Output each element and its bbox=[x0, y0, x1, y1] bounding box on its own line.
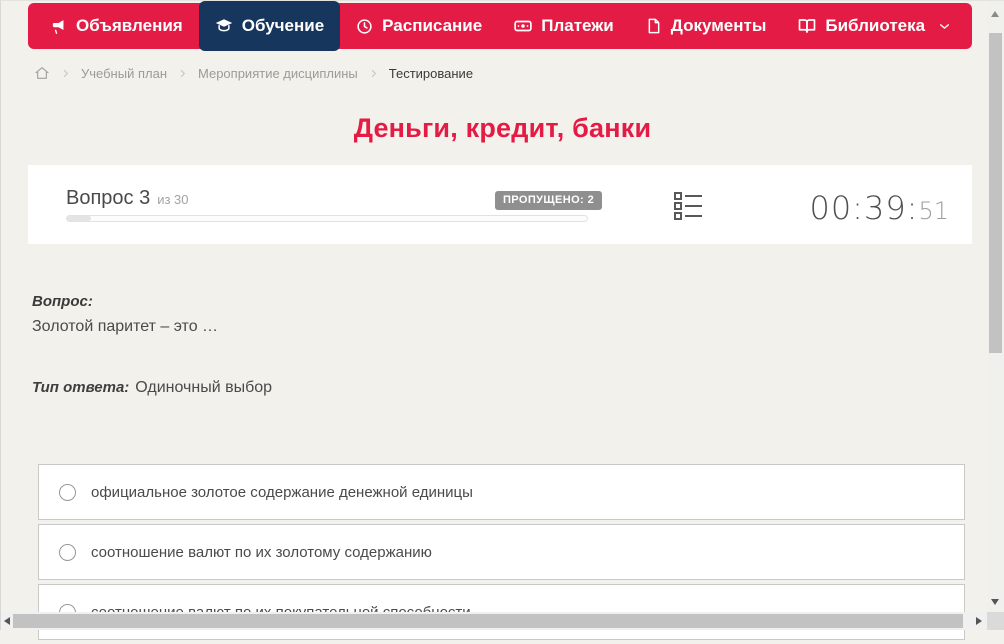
nav-item-schedule[interactable]: Расписание bbox=[340, 3, 498, 49]
vertical-scrollbar[interactable] bbox=[987, 1, 1004, 613]
nav-item-label: Документы bbox=[670, 16, 767, 35]
answer-option-label: официальное золотое содержание денежной … bbox=[91, 483, 473, 501]
answer-type-row: Тип ответа: Одиночный выбор bbox=[32, 379, 272, 397]
nav-item-label: Библиотека bbox=[825, 16, 926, 35]
question-progressbar bbox=[66, 215, 588, 222]
radio-button[interactable] bbox=[59, 543, 76, 561]
nav-item-label: Платежи bbox=[541, 16, 614, 35]
timer-hours-minutes: 00:39: bbox=[809, 189, 919, 227]
vertical-scrollbar-thumb[interactable] bbox=[989, 33, 1002, 353]
breadcrumb-item-discipline-event[interactable]: Мероприятие дисциплины bbox=[198, 66, 358, 81]
chevron-right-icon bbox=[60, 68, 71, 79]
breadcrumb: Учебный план Мероприятие дисциплины Тест… bbox=[34, 63, 473, 83]
home-icon bbox=[34, 65, 50, 81]
scroll-up-button[interactable] bbox=[991, 11, 999, 17]
nav-item-library[interactable]: Библиотека bbox=[782, 3, 967, 49]
skipped-badge: ПРОПУЩЕНО: 2 bbox=[495, 191, 603, 210]
horizontal-scrollbar-thumb[interactable] bbox=[13, 614, 963, 628]
nav-item-documents[interactable]: Документы bbox=[630, 3, 783, 49]
question-label: Вопрос: bbox=[32, 293, 93, 310]
horizontal-scrollbar[interactable] bbox=[1, 612, 988, 630]
scroll-left-button[interactable] bbox=[4, 617, 10, 625]
question-counter-label: Вопрос 3 bbox=[66, 187, 151, 209]
answer-option-label: соотношение валют по их золотому содержа… bbox=[91, 543, 432, 561]
radio-button[interactable] bbox=[59, 483, 76, 501]
scroll-down-button[interactable] bbox=[991, 599, 999, 605]
nav-item-payments[interactable]: Платежи bbox=[498, 3, 630, 49]
scrollbar-corner bbox=[987, 612, 1004, 630]
question-panel: Вопрос 3 из 30 ПРОПУЩЕНО: 2 00:39:51 bbox=[28, 165, 972, 244]
document-icon bbox=[646, 18, 662, 34]
breadcrumb-home[interactable] bbox=[34, 65, 50, 81]
nav-item-learning[interactable]: Обучение bbox=[198, 1, 341, 51]
clock-icon bbox=[356, 18, 373, 35]
nav-item-label: Расписание bbox=[382, 16, 483, 35]
breadcrumb-item-curriculum[interactable]: Учебный план bbox=[81, 66, 167, 81]
banknote-icon bbox=[514, 17, 532, 35]
graduation-cap-icon bbox=[215, 17, 233, 35]
page-title: Деньги, кредит, банки bbox=[353, 113, 652, 143]
answer-type-value: Одиночный выбор bbox=[135, 379, 273, 396]
answer-option[interactable]: официальное золотое содержание денежной … bbox=[38, 464, 965, 520]
nav-item-label: Обучение bbox=[241, 16, 325, 35]
nav-item-label: Объявления bbox=[76, 16, 183, 35]
answer-type-label: Тип ответа: bbox=[32, 379, 130, 396]
scroll-right-button[interactable] bbox=[976, 617, 982, 625]
question-of: из 30 bbox=[157, 192, 189, 207]
timer-seconds: 51 bbox=[918, 197, 949, 225]
answer-option[interactable]: соотношение валют по их золотому содержа… bbox=[38, 524, 965, 580]
timer: 00:39:51 bbox=[809, 189, 949, 227]
question-progressbar-fill bbox=[67, 216, 91, 221]
megaphone-icon bbox=[50, 18, 67, 35]
question-text: Золотой паритет – это … bbox=[32, 318, 219, 335]
book-icon bbox=[798, 17, 816, 35]
question-counter: Вопрос 3 из 30 bbox=[66, 187, 189, 210]
chevron-down-icon bbox=[938, 20, 951, 33]
breadcrumb-item-testing: Тестирование bbox=[388, 65, 474, 81]
nav-item-announcements[interactable]: Объявления bbox=[34, 3, 199, 49]
chevron-right-icon bbox=[177, 68, 188, 79]
question-list-icon[interactable] bbox=[673, 190, 704, 222]
main-navbar: Объявления Обучение Расписание Платежи Д… bbox=[28, 1, 972, 51]
chevron-right-icon bbox=[368, 68, 379, 79]
